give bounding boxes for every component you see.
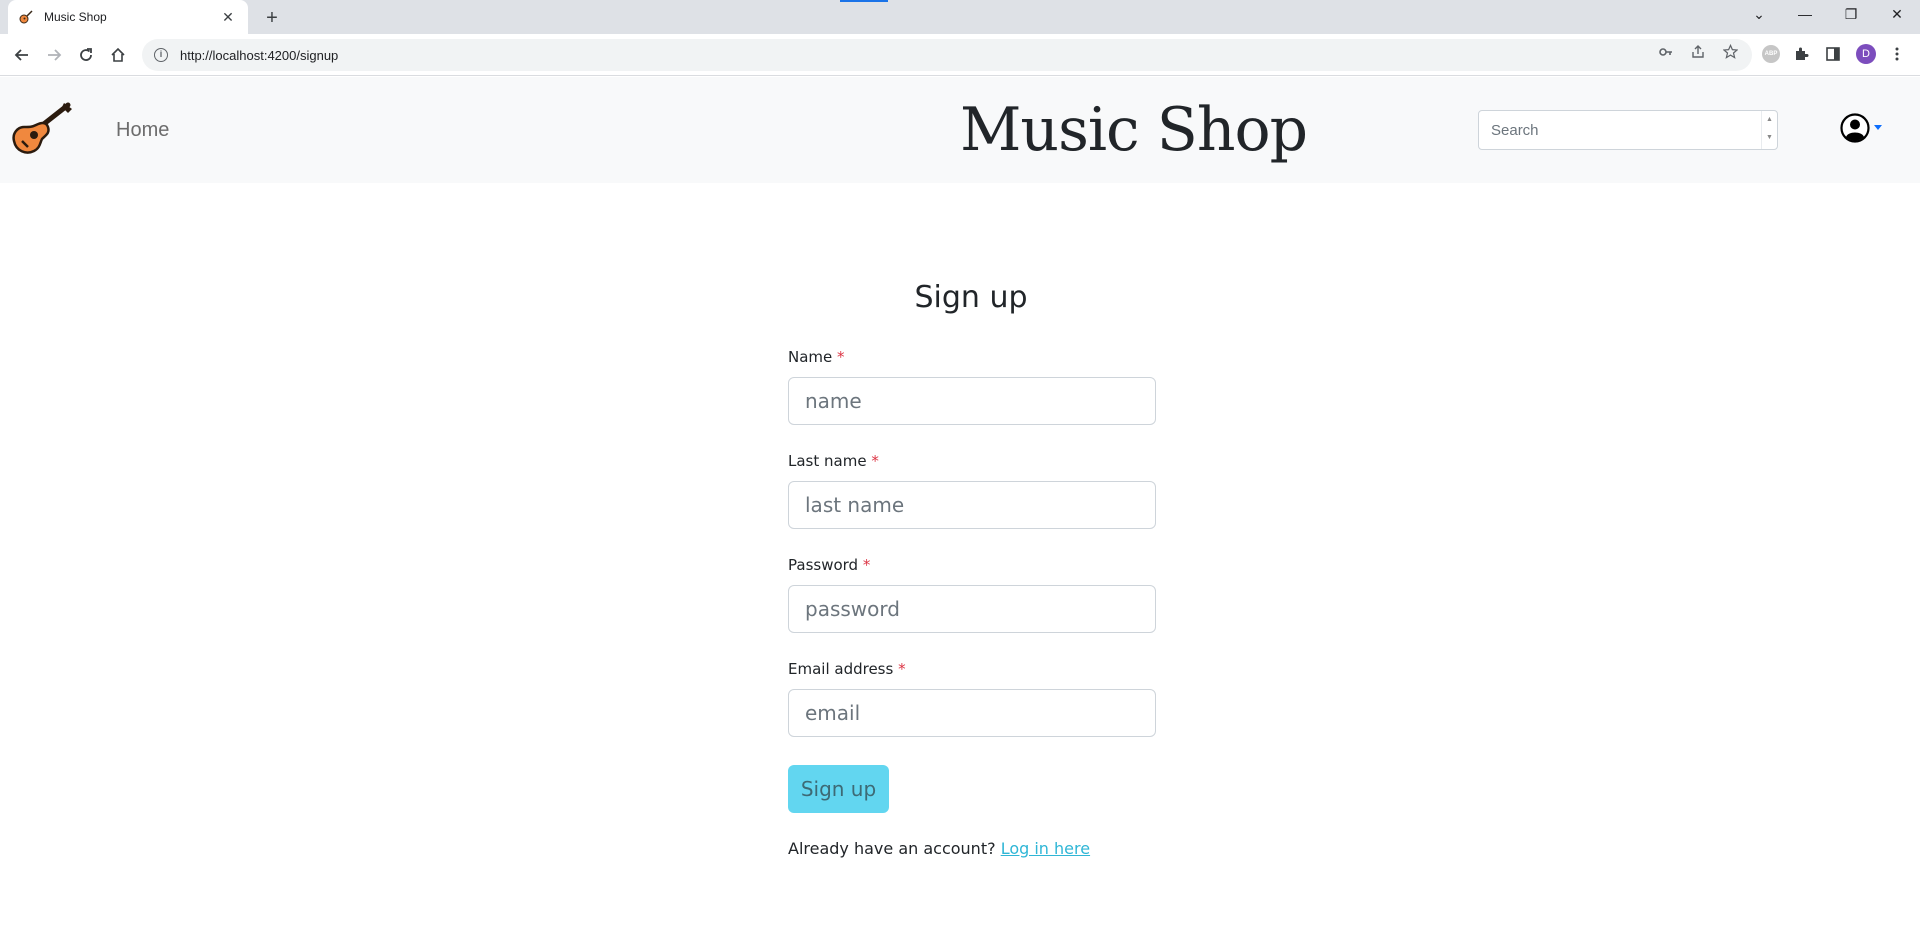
email-label: Email address * bbox=[788, 660, 906, 678]
required-mark: * bbox=[837, 348, 845, 366]
required-mark: * bbox=[871, 452, 879, 470]
nav-home-link[interactable]: Home bbox=[116, 119, 169, 142]
login-prompt-text: Already have an account? bbox=[788, 839, 996, 858]
puzzle-icon[interactable] bbox=[1790, 43, 1812, 65]
last-name-label: Last name * bbox=[788, 452, 879, 470]
email-input[interactable] bbox=[788, 689, 1156, 737]
browser-toolbar: i http://localhost:4200/signup ABP D bbox=[0, 34, 1920, 76]
name-input[interactable] bbox=[788, 377, 1156, 425]
forward-arrow-icon[interactable] bbox=[40, 41, 68, 69]
search-box: ▲▼ bbox=[1478, 110, 1778, 150]
user-circle-icon[interactable] bbox=[1840, 113, 1870, 143]
name-label-text: Name bbox=[788, 348, 833, 366]
last-name-label-text: Last name bbox=[788, 452, 867, 470]
home-icon[interactable] bbox=[104, 41, 132, 69]
signup-button[interactable]: Sign up bbox=[788, 765, 889, 813]
close-window-button[interactable]: ✕ bbox=[1874, 0, 1920, 30]
info-icon[interactable]: i bbox=[154, 48, 168, 62]
user-dropdown-caret[interactable] bbox=[1874, 125, 1882, 130]
search-spinner[interactable]: ▲ ▼ bbox=[1761, 111, 1777, 149]
star-icon[interactable] bbox=[1718, 40, 1742, 64]
url-text: http://localhost:4200/signup bbox=[180, 47, 339, 63]
email-label-text: Email address bbox=[788, 660, 894, 678]
last-name-input[interactable] bbox=[788, 481, 1156, 529]
profile-avatar[interactable]: D bbox=[1856, 44, 1876, 64]
site-title: Music Shop bbox=[960, 95, 1308, 165]
login-link[interactable]: Log in here bbox=[1001, 839, 1090, 858]
reload-icon[interactable] bbox=[72, 41, 100, 69]
back-arrow-icon[interactable] bbox=[8, 41, 36, 69]
share-icon[interactable] bbox=[1686, 40, 1710, 64]
adblock-icon[interactable]: ABP bbox=[1762, 45, 1780, 63]
login-prompt: Already have an account? Log in here bbox=[788, 839, 1090, 858]
loading-indicator bbox=[840, 0, 888, 2]
password-label-text: Password bbox=[788, 556, 859, 574]
site-navbar: Home Music Shop ▲▼ bbox=[0, 77, 1920, 183]
new-tab-button[interactable]: + bbox=[258, 4, 286, 32]
form-title: Sign up bbox=[914, 280, 1028, 315]
password-label: Password * bbox=[788, 556, 870, 574]
search-input[interactable] bbox=[1479, 111, 1759, 149]
kebab-menu-icon[interactable] bbox=[1886, 43, 1908, 65]
restore-button[interactable]: ❐ bbox=[1828, 0, 1874, 30]
browser-tab[interactable]: Music Shop ✕ bbox=[8, 0, 248, 34]
guitar-icon bbox=[19, 10, 33, 24]
required-mark: * bbox=[862, 556, 871, 574]
key-icon[interactable] bbox=[1654, 40, 1678, 64]
address-bar[interactable]: i http://localhost:4200/signup bbox=[142, 39, 1752, 71]
side-panel-icon[interactable] bbox=[1822, 43, 1844, 65]
tab-title: Music Shop bbox=[44, 10, 107, 24]
guitar-icon[interactable] bbox=[10, 101, 74, 157]
password-input[interactable] bbox=[788, 585, 1156, 633]
minimize-button[interactable]: — bbox=[1782, 0, 1828, 30]
tab-close-button[interactable]: ✕ bbox=[218, 9, 238, 26]
tab-search-button[interactable]: ⌄ bbox=[1736, 0, 1782, 30]
browser-tabstrip: Music Shop ✕ + ⌄ — ❐ ✕ bbox=[0, 0, 1920, 34]
required-mark: * bbox=[898, 660, 906, 678]
name-label: Name * bbox=[788, 348, 845, 366]
